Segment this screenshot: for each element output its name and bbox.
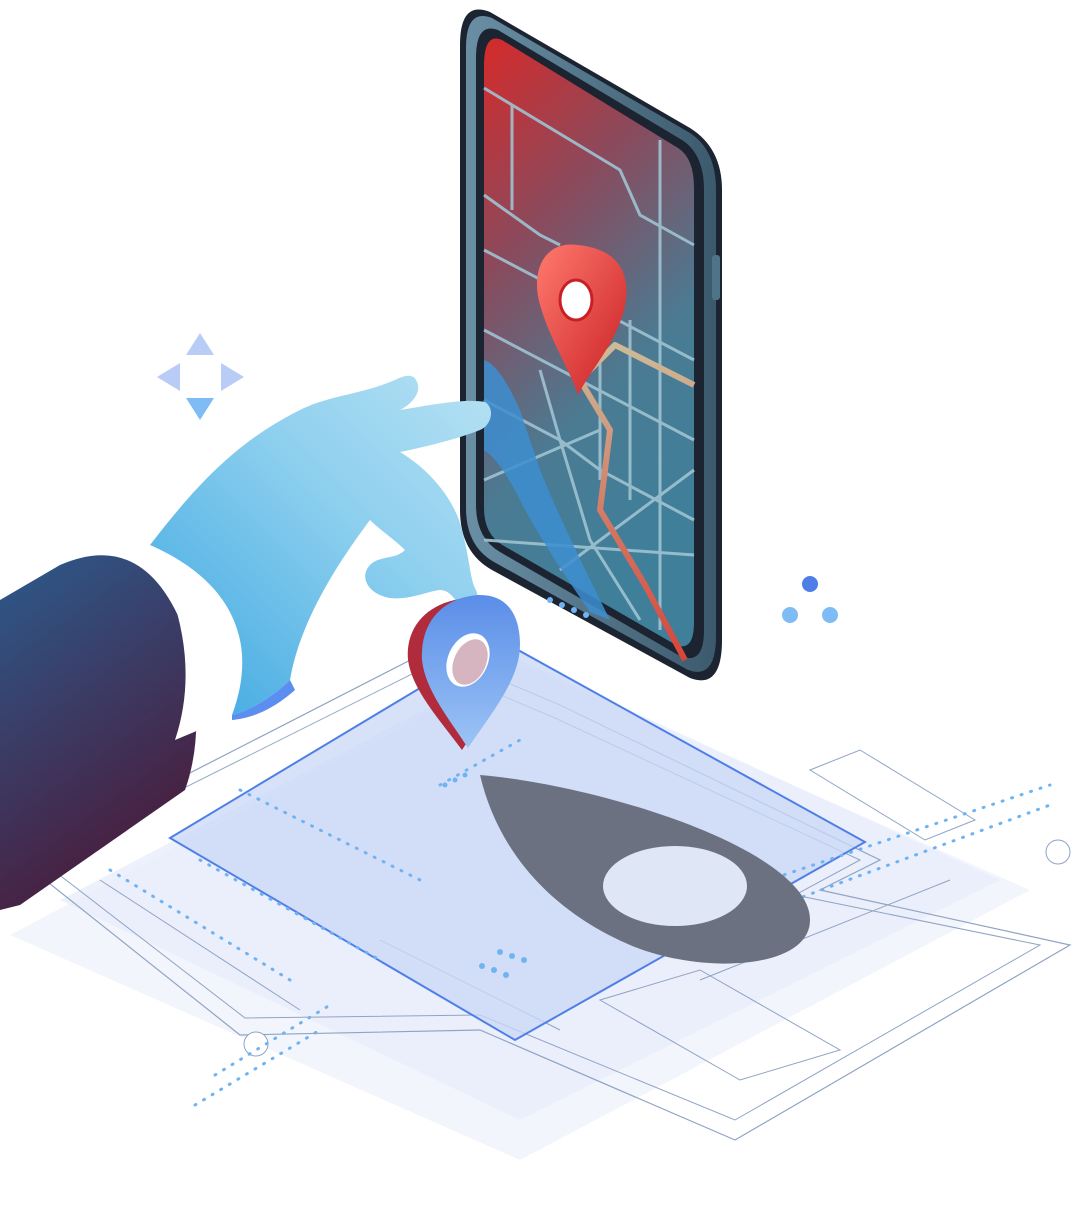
move-arrows-icon	[157, 333, 244, 420]
dots-cluster-icon	[782, 576, 838, 623]
smartphone	[460, 9, 722, 681]
illustration-canvas	[0, 9, 1072, 1160]
